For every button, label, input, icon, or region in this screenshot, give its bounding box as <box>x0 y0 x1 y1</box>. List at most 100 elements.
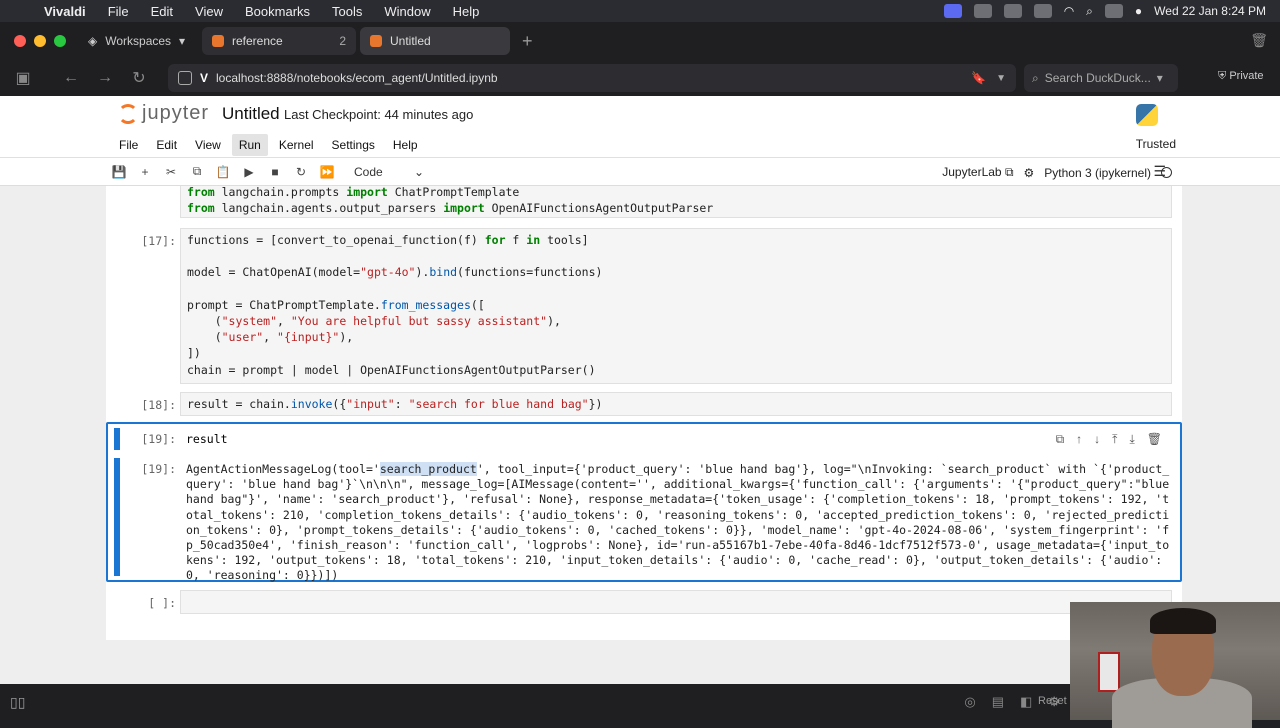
jmenu-settings[interactable]: Settings <box>325 134 382 156</box>
site-info-icon[interactable] <box>178 71 192 85</box>
capture-icon[interactable]: ◎ <box>964 694 975 710</box>
back-icon[interactable]: ← <box>60 69 82 87</box>
menu-file[interactable]: File <box>108 4 129 19</box>
siri-icon[interactable]: ● <box>1135 4 1142 18</box>
menubar-datetime[interactable]: Wed 22 Jan 8:24 PM <box>1154 4 1266 18</box>
menu-view[interactable]: View <box>195 4 223 19</box>
cut-icon[interactable]: ✂ <box>158 165 184 179</box>
tab-untitled[interactable]: Untitled <box>360 27 510 55</box>
run-icon[interactable]: ▶ <box>236 165 262 179</box>
battery-icon[interactable] <box>1033 4 1052 18</box>
half-circle-icon[interactable] <box>1003 4 1022 18</box>
screen-share-icon[interactable] <box>943 4 962 18</box>
code-cell-input[interactable]: result = chain.invoke({"input": "search … <box>180 392 1172 416</box>
jmenu-kernel[interactable]: Kernel <box>272 134 321 156</box>
kernel-name[interactable]: Python 3 (ipykernel) <box>1044 166 1151 180</box>
cell-toolbar: ⧉ ↑ ↓ ⤒ ⤓ 🗑 <box>1056 432 1162 447</box>
tab-reference[interactable]: reference 2 <box>202 27 356 55</box>
reload-icon[interactable]: ↻ <box>128 68 150 88</box>
forward-icon[interactable]: → <box>94 69 116 87</box>
chevron-down-icon[interactable]: ▼ <box>996 73 1006 84</box>
cell-type-select[interactable]: Code ⌄ <box>354 165 424 179</box>
jmenu-help[interactable]: Help <box>386 134 425 156</box>
menu-help[interactable]: Help <box>453 4 480 19</box>
output-prompt: [19]: <box>141 462 176 476</box>
tab-stack-count: 2 <box>339 34 346 48</box>
move-up-icon[interactable]: ↑ <box>1076 432 1082 447</box>
code-cell-input[interactable]: from langchain.prompts import ChatPrompt… <box>180 186 1172 218</box>
private-icon: ⛨ <box>1218 70 1227 82</box>
stage-icon[interactable] <box>973 4 992 18</box>
presenter-hair <box>1150 608 1216 634</box>
empty-code-cell[interactable] <box>180 590 1172 614</box>
jupyter-header: jupyter Untitled Last Checkpoint: 44 min… <box>0 96 1280 132</box>
bookmark-icon[interactable]: 🔖 <box>971 71 986 85</box>
zoom-window-button[interactable] <box>54 35 66 47</box>
jmenu-view[interactable]: View <box>188 134 228 156</box>
browser-tab-bar: ◈ Workspaces ▾ reference 2 Untitled + 🗑 <box>0 22 1280 60</box>
close-window-button[interactable] <box>14 35 26 47</box>
duplicate-icon[interactable]: ⧉ <box>1056 432 1065 447</box>
restart-icon[interactable]: ↻ <box>288 165 314 179</box>
menu-edit[interactable]: Edit <box>151 4 173 19</box>
sidebar-toggle-icon[interactable]: ▣ <box>12 68 34 88</box>
control-center-icon[interactable] <box>1104 4 1123 18</box>
trusted-indicator[interactable]: Trusted <box>1136 137 1176 151</box>
tab-favicon-icon <box>212 35 224 47</box>
workspaces-button[interactable]: ◈ Workspaces ▾ <box>88 34 198 48</box>
move-down-icon[interactable]: ↓ <box>1094 432 1100 447</box>
notebook-title[interactable]: Untitled <box>222 104 280 124</box>
notebook-panel[interactable]: from langchain.prompts import ChatPrompt… <box>106 186 1182 640</box>
private-label: Private <box>1229 70 1264 82</box>
kernel-info: JupyterLab ⧉ ⚙ Python 3 (ipykernel) <box>942 165 1172 180</box>
jupyter-menu-bar: File Edit View Run Kernel Settings Help … <box>0 132 1280 158</box>
insert-above-icon[interactable]: ⤒ <box>1112 432 1117 447</box>
jupyter-logo[interactable]: jupyter <box>118 102 209 125</box>
jmenu-file[interactable]: File <box>112 134 145 156</box>
save-icon[interactable]: 💾 <box>106 165 132 179</box>
jmenu-edit[interactable]: Edit <box>149 134 184 156</box>
window-controls <box>14 35 66 47</box>
jupyterlab-link[interactable]: JupyterLab ⧉ <box>942 165 1013 180</box>
fast-forward-icon[interactable]: ⏩ <box>314 165 340 179</box>
minimize-window-button[interactable] <box>34 35 46 47</box>
stop-icon[interactable]: ■ <box>262 165 288 179</box>
code-cell-input[interactable]: functions = [convert_to_openai_function(… <box>180 228 1172 384</box>
tiling-icon[interactable]: ▤ <box>992 694 1004 710</box>
address-toolbar: ▣ ← → ↻ V localhost:8888/notebooks/ecom_… <box>0 60 1280 96</box>
delete-icon[interactable]: 🗑 <box>1147 432 1162 447</box>
notebook-toolbar: 💾 + ✂ ⧉ 📋 ▶ ■ ↻ ⏩ Code ⌄ JupyterLab ⧉ ⚙ … <box>0 158 1280 186</box>
menu-tools[interactable]: Tools <box>332 4 362 19</box>
paste-icon[interactable]: 📋 <box>210 165 236 179</box>
code-cell-input[interactable]: result <box>180 428 1170 452</box>
insert-below-icon[interactable]: ⤓ <box>1129 432 1134 447</box>
url-text: localhost:8888/notebooks/ecom_agent/Unti… <box>216 71 498 85</box>
jupyter-logo-text: jupyter <box>142 102 210 124</box>
search-input[interactable]: ⌕ Search DuckDuck... ▾ <box>1024 64 1178 92</box>
tab-label: reference <box>232 34 283 48</box>
spotlight-search-icon[interactable]: ⌕ <box>1086 4 1093 19</box>
reader-icon[interactable]: ◧ <box>1020 694 1032 710</box>
hamburger-menu-icon[interactable]: ☰ <box>1153 163 1166 180</box>
menu-app-name[interactable]: Vivaldi <box>44 4 86 19</box>
new-tab-icon[interactable]: + <box>522 31 533 52</box>
chevron-down-icon: ▾ <box>179 34 186 48</box>
wifi-icon[interactable]: ◠ <box>1064 4 1074 18</box>
menu-window[interactable]: Window <box>384 4 430 19</box>
trash-icon[interactable]: 🗑 <box>1250 32 1268 49</box>
cell-collapser[interactable] <box>114 428 120 450</box>
settings-gear-icon[interactable]: ⚙ <box>1024 166 1035 180</box>
panel-toggle-icon[interactable]: ▯▯ <box>10 694 25 711</box>
zoom-reset-button[interactable]: Reset <box>1038 695 1067 707</box>
jmenu-run[interactable]: Run <box>231 133 268 156</box>
tab-label: Untitled <box>390 34 431 48</box>
menu-bookmarks[interactable]: Bookmarks <box>245 4 310 19</box>
output-collapser[interactable] <box>114 458 120 576</box>
copy-icon[interactable]: ⧉ <box>184 164 210 179</box>
url-field[interactable]: V localhost:8888/notebooks/ecom_agent/Un… <box>168 64 1016 92</box>
add-cell-icon[interactable]: + <box>132 165 158 179</box>
highlighted-text: search_product <box>379 462 477 476</box>
private-badge: ⛨ Private <box>1218 70 1264 83</box>
apple-icon[interactable] <box>16 4 30 18</box>
chevron-down-icon: ⌄ <box>413 164 424 179</box>
